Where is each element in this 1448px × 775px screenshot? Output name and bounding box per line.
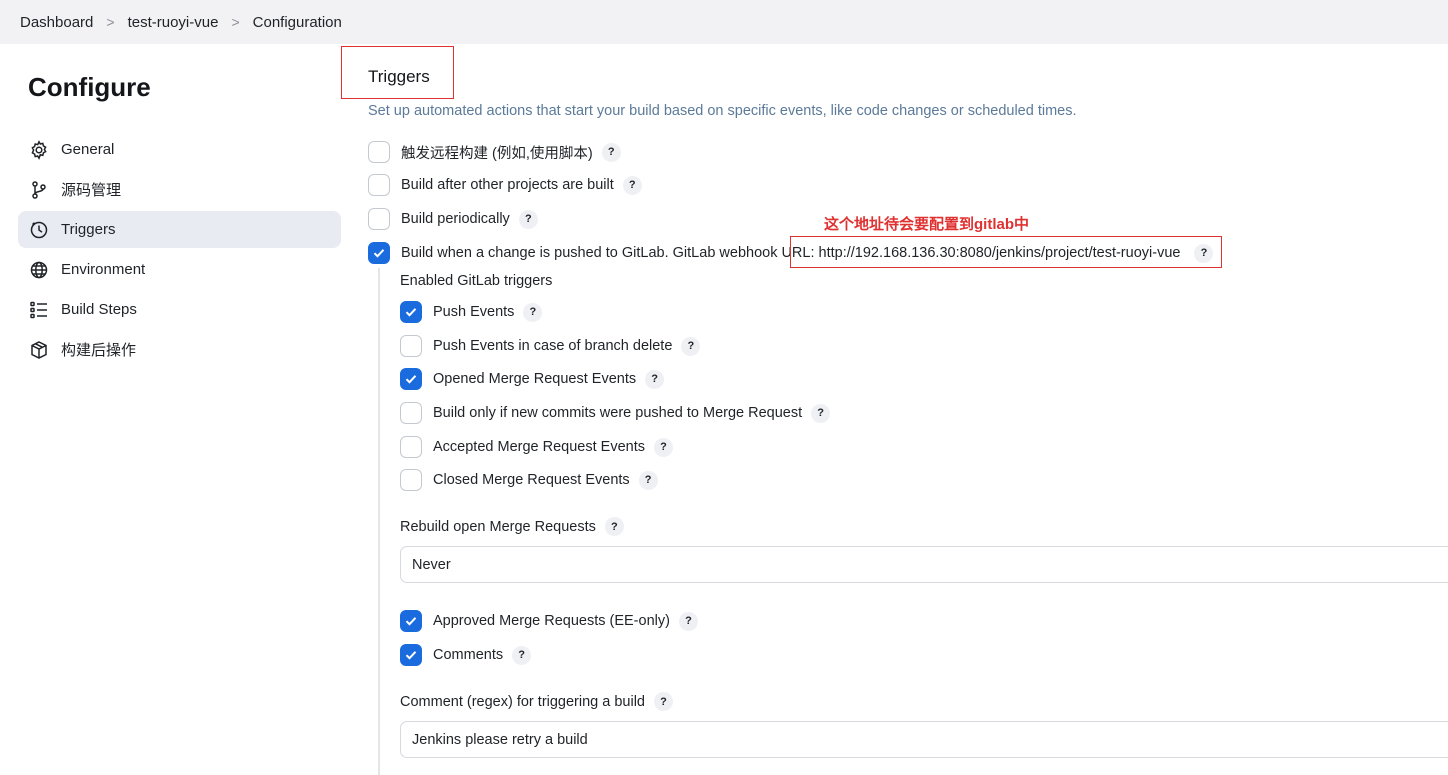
checkbox[interactable] bbox=[400, 469, 422, 491]
help-icon[interactable]: ? bbox=[811, 403, 831, 423]
event-comments: Comments ? bbox=[400, 644, 532, 666]
checkbox-checked[interactable] bbox=[400, 644, 422, 666]
trigger-build-periodically: Build periodically ? bbox=[368, 208, 538, 230]
event-accepted-mr: Accepted Merge Request Events ? bbox=[400, 436, 673, 458]
checkbox[interactable] bbox=[400, 436, 422, 458]
help-icon[interactable]: ? bbox=[678, 611, 698, 631]
help-icon[interactable]: ? bbox=[645, 369, 665, 389]
sidebar-item-label: 源码管理 bbox=[61, 182, 122, 199]
checkbox-label[interactable]: Build when a change is pushed to GitLab.… bbox=[401, 245, 777, 261]
rebuild-select-value: Never bbox=[412, 556, 451, 573]
help-icon[interactable]: ? bbox=[604, 517, 624, 536]
checkbox[interactable] bbox=[400, 335, 422, 357]
checkbox-checked[interactable] bbox=[400, 301, 422, 323]
event-new-commits-mr: Build only if new commits were pushed to… bbox=[400, 402, 831, 424]
checkbox-checked[interactable] bbox=[368, 242, 390, 264]
sidebar-item-label: Environment bbox=[61, 261, 146, 278]
sidebar-item-build-steps[interactable]: Build Steps bbox=[18, 291, 341, 328]
event-push: Push Events ? bbox=[400, 301, 543, 323]
trigger-remote-build: 触发远程构建 (例如,使用脚本) ? bbox=[368, 141, 621, 163]
breadcrumb-separator: > bbox=[231, 14, 240, 30]
check-icon bbox=[405, 308, 417, 317]
comment-regex-label-text: Comment (regex) for triggering a build bbox=[400, 693, 645, 710]
section-description: Set up automated actions that start your… bbox=[368, 103, 1077, 119]
event-push-branch-delete: Push Events in case of branch delete ? bbox=[400, 335, 701, 357]
breadcrumb-dashboard[interactable]: Dashboard bbox=[20, 14, 93, 31]
rebuild-label-text: Rebuild open Merge Requests bbox=[400, 518, 596, 535]
gear-icon bbox=[29, 139, 49, 160]
help-icon[interactable]: ? bbox=[601, 142, 621, 162]
checkbox[interactable] bbox=[368, 141, 390, 163]
checkbox[interactable] bbox=[368, 208, 390, 230]
nested-indent-line bbox=[378, 268, 380, 775]
checkbox[interactable] bbox=[368, 174, 390, 196]
breadcrumb: Dashboard > test-ruoyi-vue > Configurati… bbox=[0, 0, 1448, 44]
comment-regex-input[interactable]: Jenkins please retry a build bbox=[400, 721, 1448, 758]
checkbox-checked[interactable] bbox=[400, 610, 422, 632]
checkbox-label[interactable]: 触发远程构建 (例如,使用脚本) bbox=[401, 142, 593, 163]
checkbox-label[interactable]: Build periodically bbox=[401, 211, 510, 227]
list-icon bbox=[29, 300, 49, 320]
help-icon[interactable]: ? bbox=[622, 175, 642, 195]
highlight-box-url bbox=[790, 236, 1222, 268]
sidebar-item-label: General bbox=[61, 141, 115, 158]
event-opened-mr: Opened Merge Request Events ? bbox=[400, 368, 665, 390]
help-icon[interactable]: ? bbox=[518, 209, 538, 229]
comment-regex-value: Jenkins please retry a build bbox=[412, 731, 588, 748]
check-icon bbox=[405, 651, 417, 660]
breadcrumb-project[interactable]: test-ruoyi-vue bbox=[128, 14, 219, 31]
checkbox-checked[interactable] bbox=[400, 368, 422, 390]
check-icon bbox=[373, 249, 385, 258]
sidebar-item-source-control[interactable]: 源码管理 bbox=[18, 171, 341, 208]
sidebar-item-label: Triggers bbox=[61, 221, 116, 238]
sidebar-item-post-build[interactable]: 构建后操作 bbox=[18, 331, 341, 368]
help-icon[interactable]: ? bbox=[523, 302, 543, 322]
checkbox-label[interactable]: Push Events in case of branch delete bbox=[433, 338, 672, 354]
comment-regex-label: Comment (regex) for triggering a build ? bbox=[400, 692, 673, 711]
trigger-build-after-other: Build after other projects are built ? bbox=[368, 174, 642, 196]
branch-icon bbox=[29, 180, 49, 200]
checkbox-label[interactable]: Comments bbox=[433, 647, 503, 663]
help-icon[interactable]: ? bbox=[512, 645, 532, 665]
checkbox-label[interactable]: Build after other projects are built bbox=[401, 177, 614, 193]
breadcrumb-separator: > bbox=[106, 14, 115, 30]
event-approved-mr: Approved Merge Requests (EE-only) ? bbox=[400, 610, 698, 632]
checkbox-label[interactable]: Build only if new commits were pushed to… bbox=[433, 405, 802, 421]
clock-icon bbox=[29, 220, 49, 240]
sidebar-item-label: 构建后操作 bbox=[61, 342, 137, 359]
page-title: Configure bbox=[28, 72, 151, 102]
section-title: Triggers bbox=[368, 67, 430, 86]
help-icon[interactable]: ? bbox=[654, 692, 673, 711]
package-icon bbox=[29, 340, 49, 360]
sidebar-item-environment[interactable]: Environment bbox=[18, 251, 341, 288]
checkbox-label[interactable]: Accepted Merge Request Events bbox=[433, 439, 645, 455]
sidebar-item-label: Build Steps bbox=[61, 301, 137, 318]
checkbox-label[interactable]: Opened Merge Request Events bbox=[433, 371, 636, 387]
breadcrumb-configuration[interactable]: Configuration bbox=[253, 14, 342, 31]
globe-icon bbox=[29, 260, 49, 280]
checkbox-label[interactable]: Approved Merge Requests (EE-only) bbox=[433, 613, 670, 629]
check-icon bbox=[405, 375, 417, 384]
sidebar-item-triggers[interactable]: Triggers bbox=[18, 211, 341, 248]
checkbox[interactable] bbox=[400, 402, 422, 424]
checkbox-label[interactable]: Closed Merge Request Events bbox=[433, 472, 630, 488]
annotation-note: 这个地址待会要配置到gitlab中 bbox=[824, 216, 1029, 233]
help-icon[interactable]: ? bbox=[681, 336, 701, 356]
checkbox-label[interactable]: Push Events bbox=[433, 304, 514, 320]
rebuild-label: Rebuild open Merge Requests ? bbox=[400, 517, 624, 536]
rebuild-select[interactable]: Never bbox=[400, 546, 1448, 583]
event-closed-mr: Closed Merge Request Events ? bbox=[400, 469, 658, 491]
check-icon bbox=[405, 617, 417, 626]
sidebar-item-general[interactable]: General bbox=[18, 131, 341, 168]
help-icon[interactable]: ? bbox=[653, 437, 673, 457]
enabled-gitlab-triggers-label: Enabled GitLab triggers bbox=[400, 273, 553, 289]
help-icon[interactable]: ? bbox=[638, 470, 658, 490]
